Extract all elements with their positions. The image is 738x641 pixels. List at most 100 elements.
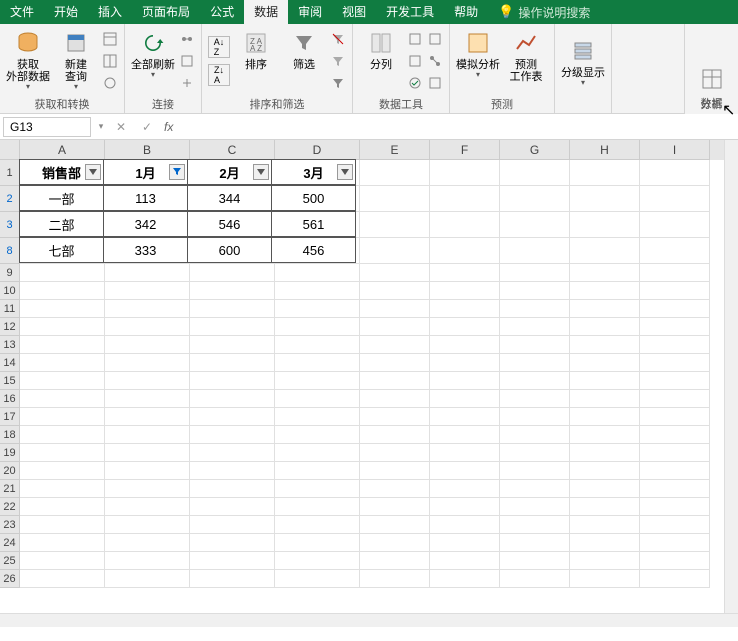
name-box-dropdown[interactable]: ▾ [94,121,108,132]
cell[interactable] [500,300,570,318]
cell[interactable] [105,282,190,300]
cell[interactable] [570,498,640,516]
cell[interactable] [640,480,710,498]
row-header-21[interactable]: 21 [0,480,20,498]
table-cell[interactable]: 一部 [19,185,104,211]
cell[interactable] [570,444,640,462]
cell[interactable] [190,318,275,336]
table-cell[interactable]: 561 [271,211,356,237]
cell[interactable] [105,552,190,570]
cell[interactable] [105,372,190,390]
formula-input[interactable] [177,117,738,137]
cell[interactable] [500,354,570,372]
table-cell[interactable]: 342 [103,211,188,237]
cell[interactable] [190,264,275,282]
cell[interactable] [190,300,275,318]
cell[interactable] [570,570,640,588]
cell[interactable] [275,336,360,354]
cell[interactable] [105,300,190,318]
cell[interactable] [500,372,570,390]
cell[interactable] [360,570,430,588]
cell[interactable] [500,552,570,570]
cell[interactable] [570,238,640,264]
connections-button[interactable] [179,31,195,47]
cell[interactable] [500,534,570,552]
cell[interactable] [430,534,500,552]
row-header-1[interactable]: 1 [0,160,20,186]
cell[interactable] [20,426,105,444]
cell[interactable] [640,282,710,300]
table-header[interactable]: 3月 [271,159,356,185]
relationships-button[interactable] [427,53,443,69]
cell[interactable] [275,480,360,498]
cell[interactable] [275,264,360,282]
cell[interactable] [105,480,190,498]
cell[interactable] [640,264,710,282]
consolidate-button[interactable] [427,31,443,47]
cell[interactable] [500,160,570,186]
cell[interactable] [360,390,430,408]
flash-fill-button[interactable] [407,31,423,47]
row-header-22[interactable]: 22 [0,498,20,516]
cell[interactable] [275,534,360,552]
cell[interactable] [500,426,570,444]
cell[interactable] [190,444,275,462]
cell[interactable] [105,534,190,552]
cell[interactable] [430,354,500,372]
cell[interactable] [360,444,430,462]
cell[interactable] [570,480,640,498]
cell[interactable] [430,160,500,186]
cell[interactable] [430,212,500,238]
cell[interactable] [640,534,710,552]
cell[interactable] [430,552,500,570]
cell[interactable] [20,498,105,516]
cell[interactable] [105,354,190,372]
cell[interactable] [500,336,570,354]
cell[interactable] [640,372,710,390]
cell[interactable] [275,408,360,426]
cell[interactable] [360,408,430,426]
cell[interactable] [500,444,570,462]
cell[interactable] [430,570,500,588]
cell[interactable] [360,186,430,212]
cell[interactable] [640,390,710,408]
cell[interactable] [20,300,105,318]
cell[interactable] [430,238,500,264]
cell[interactable] [430,186,500,212]
cell[interactable] [360,212,430,238]
cell[interactable] [20,462,105,480]
cell[interactable] [275,552,360,570]
cell[interactable] [570,300,640,318]
cell[interactable] [20,390,105,408]
text-to-columns-button[interactable]: 分列 [359,27,403,95]
cell[interactable] [360,160,430,186]
cell[interactable] [430,336,500,354]
cell[interactable] [20,336,105,354]
ribbon-overflow[interactable]: 数据 分析 [684,24,738,114]
column-header-E[interactable]: E [360,140,430,160]
cell[interactable] [190,282,275,300]
cell[interactable] [430,516,500,534]
data-validation-button[interactable] [407,75,423,91]
row-header-9[interactable]: 9 [0,264,20,282]
cell[interactable] [20,444,105,462]
cell[interactable] [500,318,570,336]
row-header-3[interactable]: 3 [0,212,20,238]
cell[interactable] [190,570,275,588]
row-header-26[interactable]: 26 [0,570,20,588]
cell[interactable] [105,444,190,462]
select-all-button[interactable] [0,140,20,160]
cell[interactable] [430,300,500,318]
menu-数据[interactable]: 数据 [244,0,288,24]
cell[interactable] [275,300,360,318]
cell[interactable] [190,390,275,408]
cell[interactable] [275,354,360,372]
cell[interactable] [640,462,710,480]
cell[interactable] [20,534,105,552]
manage-data-model-button[interactable] [427,75,443,91]
row-header-19[interactable]: 19 [0,444,20,462]
vertical-scrollbar[interactable] [724,140,738,613]
cell[interactable] [275,390,360,408]
cell[interactable] [570,336,640,354]
table-cell[interactable]: 456 [271,237,356,263]
